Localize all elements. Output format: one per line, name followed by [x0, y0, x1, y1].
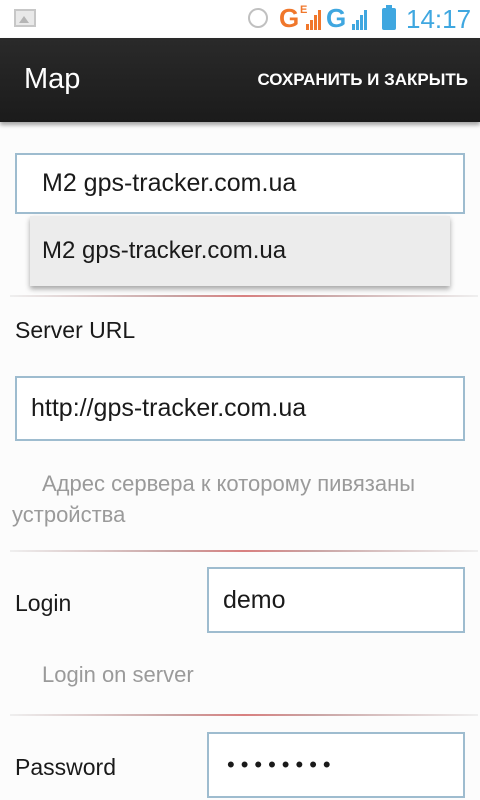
save-and-close-button[interactable]: СОХРАНИТЬ И ЗАКРЫТЬ [257, 70, 468, 90]
password-label: Password [15, 754, 116, 780]
network-type-g2: G [326, 3, 347, 33]
login-value: demo [223, 585, 286, 614]
screen-title: Map [24, 63, 81, 95]
login-label: Login [15, 590, 72, 616]
action-bar: Map СОХРАНИТЬ И ЗАКРЫТЬ [0, 38, 480, 122]
alarm-icon [248, 8, 268, 28]
map-provider-select[interactable]: M2 gps-tracker.com.ua [15, 153, 465, 214]
server-url-hint: Адрес сервера к которому пивязаны устрой… [12, 471, 416, 527]
status-bar: G E G 14:17 [0, 0, 480, 38]
server-url-value: http://gps-tracker.com.ua [31, 394, 307, 422]
server-url-input[interactable]: http://gps-tracker.com.ua [15, 376, 465, 441]
dropdown-option-label: M2 gps-tracker.com.ua [42, 237, 287, 264]
login-input[interactable]: demo [207, 567, 465, 633]
password-value: •••••••• [227, 752, 337, 777]
password-input[interactable]: •••••••• [207, 732, 465, 798]
map-provider-dropdown-item[interactable]: M2 gps-tracker.com.ua [30, 216, 450, 286]
signal-icon [306, 8, 324, 30]
signal-icon-2 [352, 8, 370, 30]
clock: 14:17 [406, 4, 472, 34]
section-divider [10, 295, 478, 297]
gallery-icon [14, 9, 36, 27]
section-divider [10, 550, 478, 552]
section-divider [10, 714, 478, 716]
battery-icon [382, 5, 396, 30]
network-type-g: G [279, 3, 300, 33]
map-provider-value: M2 gps-tracker.com.ua [42, 169, 297, 197]
server-url-label: Server URL [15, 317, 136, 343]
login-hint: Login on server [42, 662, 194, 687]
